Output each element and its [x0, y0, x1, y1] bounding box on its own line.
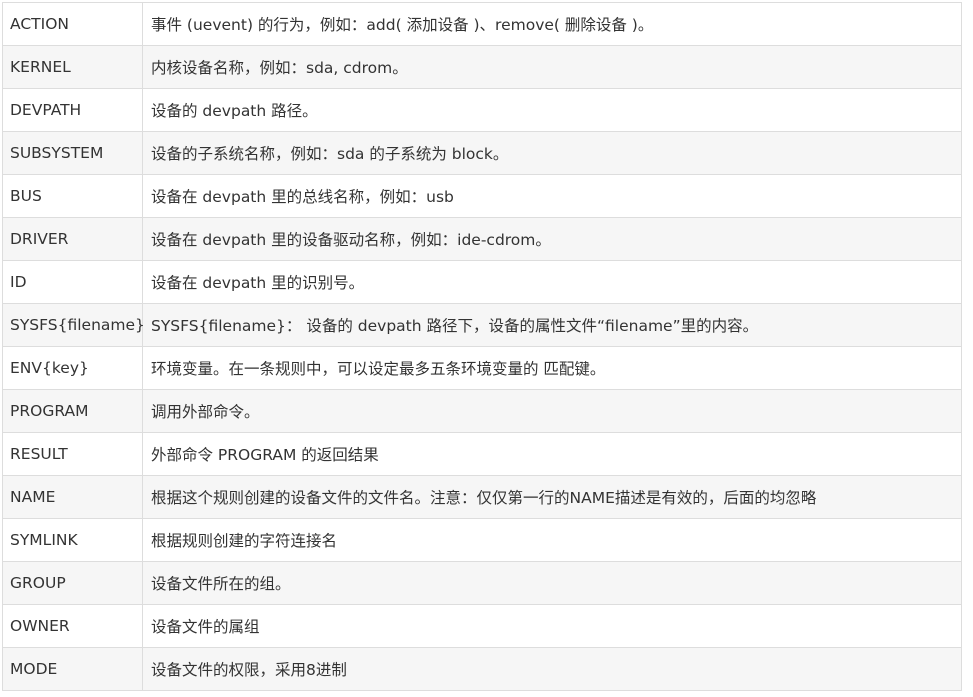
description-cell: 设备文件的属组 [151, 618, 260, 636]
key-cell: SYSFS{filename} [3, 304, 145, 346]
table-row: DRIVER 设备在 devpath 里的设备驱动名称，例如：ide-cdrom… [2, 218, 962, 261]
key-cell: ACTION [3, 3, 143, 45]
key-cell: RESULT [3, 433, 143, 475]
table-row: ENV{key} 环境变量。在一条规则中，可以设定最多五条环境变量的 匹配键。 [2, 347, 962, 390]
table-row: DEVPATH 设备的 devpath 路径。 [2, 89, 962, 132]
key-cell: DEVPATH [3, 89, 143, 131]
table-row: MODE 设备文件的权限，采用8进制 [2, 648, 962, 691]
table-row: KERNEL 内核设备名称，例如：sda, cdrom。 [2, 46, 962, 89]
description-cell: 设备的子系统名称，例如：sda 的子系统为 block。 [151, 145, 509, 163]
key-cell: GROUP [3, 562, 143, 604]
description-cell: 根据规则创建的字符连接名 [151, 532, 338, 550]
key-cell: SYMLINK [3, 519, 143, 561]
table-row: SYSFS{filename} SYSFS{filename}： 设备的 dev… [2, 304, 962, 347]
description-cell: 内核设备名称，例如：sda, cdrom。 [151, 59, 408, 77]
key-cell: ID [3, 261, 143, 303]
table-row: NAME 根据这个规则创建的设备文件的文件名。注意：仅仅第一行的NAME描述是有… [2, 476, 962, 519]
description-cell: 调用外部命令。 [151, 403, 260, 421]
table-row: PROGRAM 调用外部命令。 [2, 390, 962, 433]
key-cell: PROGRAM [3, 390, 143, 432]
key-cell: DRIVER [3, 218, 143, 260]
description-cell: 设备的 devpath 路径。 [151, 102, 318, 120]
table-row: ID 设备在 devpath 里的识别号。 [2, 261, 962, 304]
key-cell: BUS [3, 175, 143, 217]
table-row: OWNER 设备文件的属组 [2, 605, 962, 648]
table-row: BUS 设备在 devpath 里的总线名称，例如：usb [2, 175, 962, 218]
description-cell: 根据这个规则创建的设备文件的文件名。注意：仅仅第一行的NAME描述是有效的，后面… [151, 489, 817, 507]
key-cell: ENV{key} [3, 347, 143, 389]
key-cell: OWNER [3, 605, 143, 647]
description-cell: 环境变量。在一条规则中，可以设定最多五条环境变量的 匹配键。 [151, 360, 606, 378]
description-cell: 设备在 devpath 里的总线名称，例如：usb [151, 188, 454, 206]
description-cell: 外部命令 PROGRAM 的返回结果 [151, 446, 379, 464]
udev-keys-table: ACTION 事件 (uevent) 的行为，例如：add( 添加设备 )、re… [2, 2, 962, 691]
description-cell: 设备文件的权限，采用8进制 [151, 661, 347, 679]
description-cell: 事件 (uevent) 的行为，例如：add( 添加设备 )、remove( 删… [151, 16, 654, 34]
table-row: SUBSYSTEM 设备的子系统名称，例如：sda 的子系统为 block。 [2, 132, 962, 175]
key-cell: SUBSYSTEM [3, 132, 143, 174]
table-row: SYMLINK 根据规则创建的字符连接名 [2, 519, 962, 562]
key-cell: MODE [3, 648, 143, 690]
table-row: GROUP 设备文件所在的组。 [2, 562, 962, 605]
key-cell: NAME [3, 476, 143, 518]
table-row: RESULT 外部命令 PROGRAM 的返回结果 [2, 433, 962, 476]
description-cell: SYSFS{filename}： 设备的 devpath 路径下，设备的属性文件… [151, 317, 759, 335]
description-cell: 设备文件所在的组。 [151, 575, 291, 593]
description-cell: 设备在 devpath 里的设备驱动名称，例如：ide-cdrom。 [151, 231, 551, 249]
description-cell: 设备在 devpath 里的识别号。 [151, 274, 365, 292]
key-cell: KERNEL [3, 46, 143, 88]
table-row: ACTION 事件 (uevent) 的行为，例如：add( 添加设备 )、re… [2, 3, 962, 46]
